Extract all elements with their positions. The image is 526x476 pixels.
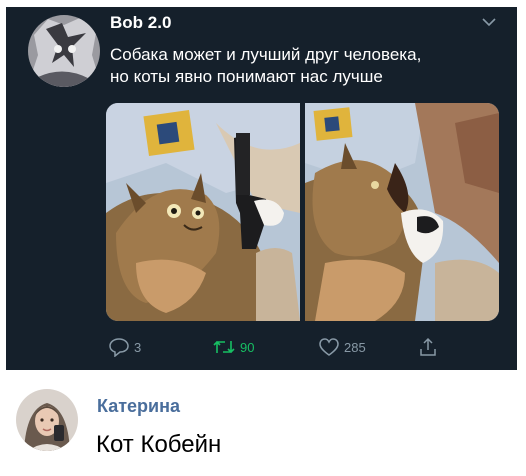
- tweet-actions: 3 90 285: [108, 337, 436, 359]
- retweet-button[interactable]: 90: [212, 337, 254, 357]
- reply-icon: [109, 338, 129, 357]
- comment-text: Кот Кобейн: [96, 431, 222, 458]
- commenter-name[interactable]: Катерина: [97, 396, 180, 417]
- commenter-avatar[interactable]: [16, 389, 78, 451]
- comment: Катерина Кот Кобейн: [0, 370, 526, 476]
- tweet-author-name[interactable]: Bob 2.0: [110, 13, 171, 33]
- tweet-text: Собака может и лучший друг человека, но …: [110, 44, 510, 88]
- retweet-count: 90: [240, 339, 255, 355]
- chevron-down-icon[interactable]: [481, 16, 497, 28]
- cat-biting-paw-photo[interactable]: [305, 103, 499, 321]
- tweet-author-avatar[interactable]: [28, 15, 100, 87]
- like-count: 285: [344, 339, 366, 355]
- share-icon: [420, 337, 436, 356]
- tweet-card: Bob 2.0 Собака может и лучший друг челов…: [6, 7, 517, 370]
- tweet-text-line-2: но коты явно понимают нас лучше: [110, 67, 383, 86]
- reply-count: 3: [134, 339, 142, 355]
- like-icon: [319, 338, 339, 356]
- share-button[interactable]: [418, 337, 438, 357]
- like-button[interactable]: 285: [318, 337, 366, 357]
- reply-button[interactable]: 3: [108, 337, 141, 357]
- retweet-icon: [213, 340, 235, 354]
- tweet-media[interactable]: [106, 103, 499, 321]
- tweet-text-line-1: Собака может и лучший друг человека,: [110, 45, 422, 64]
- cat-with-gun-photo[interactable]: [106, 103, 300, 321]
